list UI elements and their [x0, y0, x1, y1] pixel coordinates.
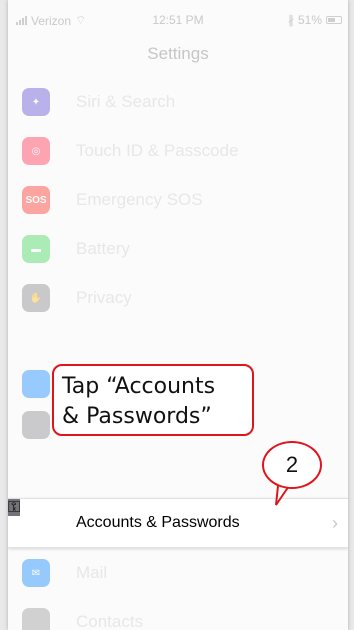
chevron-right-icon: ›: [332, 513, 338, 533]
hand-icon: ✋: [22, 284, 50, 312]
step-badge: 2: [262, 441, 322, 489]
row-label: Accounts & Passwords: [76, 514, 240, 531]
fingerprint-icon: ◎: [22, 137, 50, 165]
battery-icon: ▬: [22, 235, 50, 263]
sos-icon: SOS: [22, 186, 50, 214]
row-label: Privacy: [76, 288, 132, 307]
settings-row-mail[interactable]: ✉ Mail: [8, 549, 348, 597]
settings-row-accounts-passwords[interactable]: ⚿ Accounts & Passwords ›: [8, 498, 348, 548]
mail-icon: ✉: [22, 559, 50, 587]
phone-screen: Verizon ⌔ 12:51 PM ∦ 51% Settings ✦ Siri…: [8, 0, 348, 630]
page-title: Settings: [147, 44, 209, 63]
status-bar: Verizon ⌔ 12:51 PM ∦ 51%: [8, 0, 348, 40]
row-label: Siri & Search: [76, 92, 176, 111]
settings-row-touch-id[interactable]: ◎ Touch ID & Passcode: [8, 127, 348, 175]
key-icon: ⚿: [8, 499, 21, 516]
battery-percent: 51%: [297, 13, 322, 27]
settings-row-privacy[interactable]: ✋ Privacy: [8, 274, 348, 322]
settings-row-emergency-sos[interactable]: SOS Emergency SOS: [8, 176, 348, 224]
battery-level-icon: [326, 16, 342, 24]
status-right: ∦ 51%: [288, 13, 342, 27]
callout-line-2: & Passwords”: [62, 404, 212, 429]
settings-row-battery[interactable]: ▬ Battery: [8, 225, 348, 273]
row-label: Touch ID & Passcode: [76, 141, 239, 160]
contacts-icon: [22, 608, 50, 630]
row-label: Emergency SOS: [76, 190, 203, 209]
row-label: Contacts: [76, 612, 144, 630]
callout-line-1: Tap “Accounts: [62, 374, 216, 399]
settings-row-siri[interactable]: ✦ Siri & Search: [8, 78, 348, 126]
row-label: Battery: [76, 239, 130, 258]
app-store-icon: [22, 370, 50, 398]
row-label: Mail: [76, 563, 108, 582]
siri-icon: ✦: [22, 88, 50, 116]
wallet-icon: [22, 411, 50, 439]
instruction-callout: Tap “Accounts & Passwords”: [52, 364, 254, 436]
bluetooth-icon: ∦: [287, 13, 294, 27]
settings-row-contacts[interactable]: Contacts: [8, 598, 348, 630]
